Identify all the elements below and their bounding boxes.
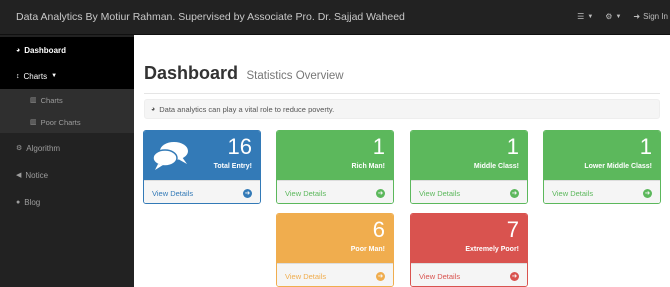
panel-label: Lower Middle Class! bbox=[584, 163, 652, 170]
caret-down-icon: ▼ bbox=[51, 73, 58, 79]
sidebar-item-label: Charts bbox=[23, 71, 48, 81]
sidebar-item-label: Notice bbox=[25, 170, 49, 180]
alert-text: Data analytics can play a vital role to … bbox=[159, 104, 335, 114]
panel-rich-man: 1 Rich Man! View Details ➜ bbox=[276, 130, 394, 204]
main-content: Dashboard Statistics Overview ◕ Data ana… bbox=[134, 35, 670, 287]
dashboard-icon: ◕ bbox=[151, 105, 156, 113]
arrow-circle-right-icon: ➜ bbox=[376, 188, 385, 198]
view-details-link[interactable]: View Details ➜ bbox=[277, 263, 393, 286]
view-details-link[interactable]: View Details ➜ bbox=[544, 180, 660, 203]
sidebar-item-notice[interactable]: ◀ Notice bbox=[0, 162, 134, 188]
panel-heading: 7 Extremely Poor! bbox=[411, 214, 527, 263]
sign-in-link[interactable]: ➜ Sign In bbox=[633, 12, 668, 21]
sidebar-item-label: Dashboard bbox=[24, 45, 67, 55]
sidebar-item-algorithm[interactable]: ⚙ Algorithm bbox=[0, 135, 134, 161]
arrow-circle-right-icon: ➜ bbox=[510, 271, 519, 281]
panel-lower-middle-class: 1 Lower Middle Class! View Details ➜ bbox=[543, 130, 661, 204]
sidebar-item-dashboard[interactable]: ◕ Dashboard bbox=[0, 37, 134, 63]
view-details-link[interactable]: View Details ➜ bbox=[411, 263, 527, 286]
panel-poor-man: 6 Poor Man! View Details ➜ bbox=[276, 213, 394, 287]
top-right-menu: ☰ ▼ ⚙ ▼ ➜ Sign In bbox=[577, 12, 668, 21]
sidebar-item-label: Algorithm bbox=[26, 143, 61, 153]
cogs-icon: ⚙ bbox=[16, 145, 23, 152]
arrow-circle-right-icon: ➜ bbox=[243, 188, 252, 198]
sort-icon: ↕ bbox=[16, 72, 20, 80]
panel-extremely-poor: 7 Extremely Poor! View Details ➜ bbox=[410, 213, 528, 287]
caret-down-icon: ▼ bbox=[615, 13, 622, 20]
sidebar-item-label: Charts bbox=[40, 95, 63, 105]
view-details-label: View Details bbox=[285, 188, 327, 198]
sign-in-icon: ➜ bbox=[633, 12, 641, 21]
panel-value: 7 bbox=[506, 217, 519, 242]
list-icon: ☰ bbox=[577, 12, 585, 21]
sidebar-item-label: Blog bbox=[24, 197, 41, 207]
page-subtitle: Statistics Overview bbox=[246, 70, 344, 82]
brand-title[interactable]: Data Analytics By Motiur Rahman. Supervi… bbox=[16, 11, 405, 23]
panel-middle-class: 1 Middle Class! View Details ➜ bbox=[410, 130, 528, 204]
info-circle-icon: ● bbox=[16, 198, 21, 206]
panel-total-entry: 16 Total Entry! View Details ➜ bbox=[143, 130, 261, 204]
view-details-link[interactable]: View Details ➜ bbox=[411, 180, 527, 203]
settings-dropdown[interactable]: ⚙ ▼ bbox=[605, 12, 621, 21]
comments-icon bbox=[152, 142, 188, 170]
sidebar-item-blog[interactable]: ● Blog bbox=[0, 189, 134, 215]
sidebar-subitem-poor-charts[interactable]: ▥ Poor Charts bbox=[0, 111, 134, 133]
dashboard-icon: ◕ bbox=[16, 46, 21, 54]
panel-value: 1 bbox=[506, 134, 519, 159]
panel-heading: 16 Total Entry! bbox=[144, 131, 260, 180]
sidebar: ◕ Dashboard ↕ Charts ▼ ▥ Charts ▥ Poor C… bbox=[0, 35, 134, 287]
arrow-circle-right-icon: ➜ bbox=[376, 271, 385, 281]
panel-heading: 1 Lower Middle Class! bbox=[544, 131, 660, 180]
panel-value: 1 bbox=[639, 134, 652, 159]
top-navbar: Data Analytics By Motiur Rahman. Supervi… bbox=[0, 0, 670, 35]
sidebar-subitem-charts[interactable]: ▥ Charts bbox=[0, 89, 134, 111]
info-alert: ◕ Data analytics can play a vital role t… bbox=[144, 99, 660, 119]
messages-dropdown[interactable]: ☰ ▼ bbox=[577, 12, 593, 21]
arrow-circle-right-icon: ➜ bbox=[643, 188, 652, 198]
view-details-label: View Details bbox=[552, 188, 594, 198]
panel-value: 16 bbox=[227, 134, 252, 159]
panel-label: Total Entry! bbox=[213, 163, 252, 170]
panel-label: Extremely Poor! bbox=[465, 246, 519, 253]
sidebar-item-label: Poor Charts bbox=[40, 117, 81, 127]
view-details-label: View Details bbox=[152, 188, 194, 198]
panel-value: 1 bbox=[372, 134, 385, 159]
panel-heading: 1 Rich Man! bbox=[277, 131, 393, 180]
gear-icon: ⚙ bbox=[605, 12, 613, 21]
panel-label: Poor Man! bbox=[350, 246, 385, 253]
caret-down-icon: ▼ bbox=[587, 13, 594, 20]
page-header: Dashboard Statistics Overview bbox=[144, 63, 660, 94]
view-details-label: View Details bbox=[419, 188, 461, 198]
sidebar-item-charts[interactable]: ↕ Charts ▼ bbox=[0, 63, 134, 89]
panel-label: Rich Man! bbox=[351, 163, 385, 170]
view-details-link[interactable]: View Details ➜ bbox=[144, 180, 260, 203]
view-details-label: View Details bbox=[285, 271, 327, 281]
page-title: Dashboard bbox=[144, 63, 239, 83]
panel-label: Middle Class! bbox=[473, 163, 519, 170]
view-details-label: View Details bbox=[419, 271, 461, 281]
view-details-link[interactable]: View Details ➜ bbox=[277, 180, 393, 203]
bullhorn-icon: ◀ bbox=[16, 172, 22, 179]
panel-heading: 1 Middle Class! bbox=[411, 131, 527, 180]
bar-chart-icon: ▥ bbox=[30, 97, 37, 104]
sign-in-label: Sign In bbox=[643, 12, 668, 21]
panel-heading: 6 Poor Man! bbox=[277, 214, 393, 263]
panel-value: 6 bbox=[372, 217, 385, 242]
bar-chart-icon: ▥ bbox=[30, 119, 37, 126]
arrow-circle-right-icon: ➜ bbox=[510, 188, 519, 198]
